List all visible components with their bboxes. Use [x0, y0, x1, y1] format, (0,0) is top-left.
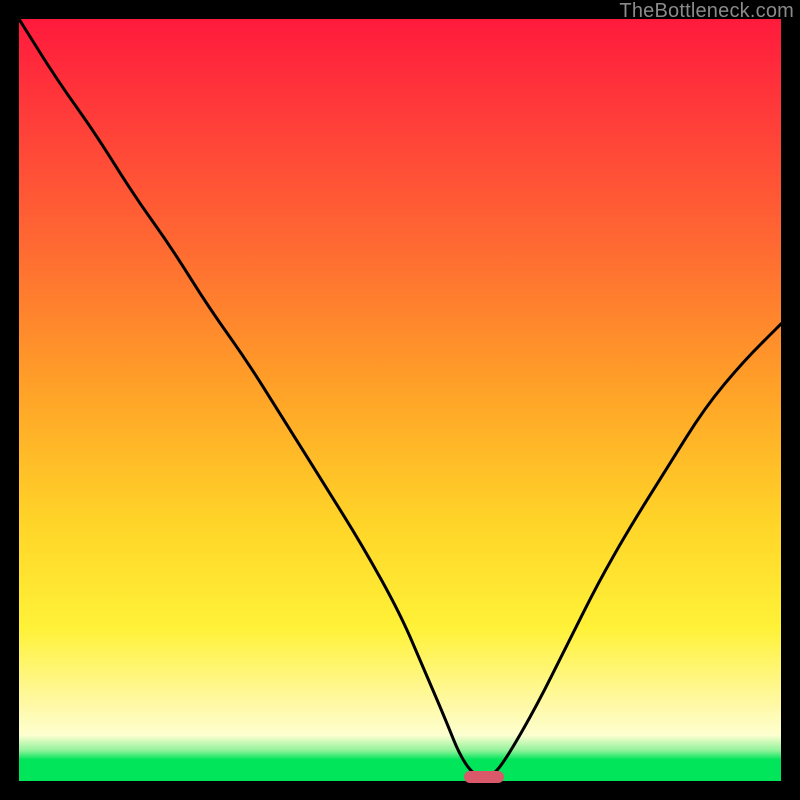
optimal-point-marker	[464, 771, 504, 783]
watermark-text: TheBottleneck.com	[619, 0, 794, 23]
plot-area	[19, 19, 781, 781]
bottleneck-curve	[19, 19, 781, 781]
chart-frame: TheBottleneck.com	[0, 0, 800, 800]
